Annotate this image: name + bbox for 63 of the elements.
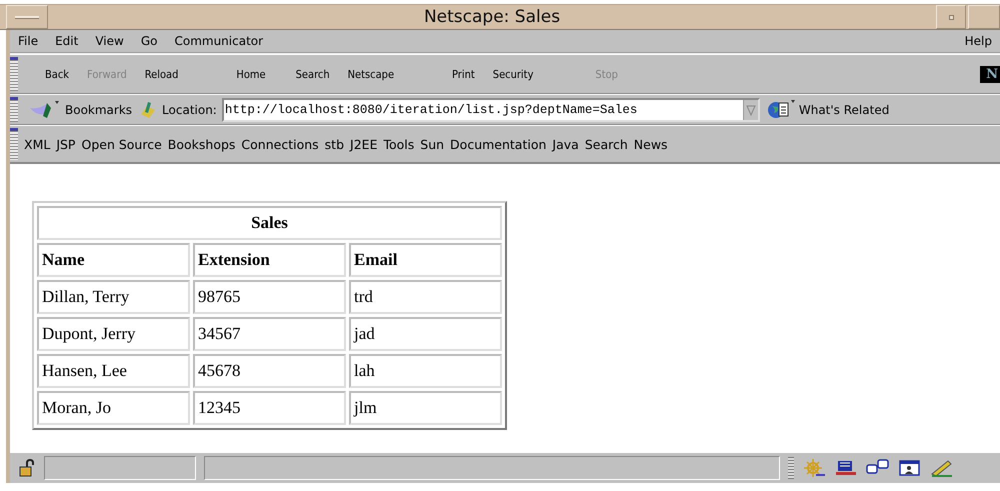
window-title: Netscape: Sales — [422, 6, 562, 29]
bookmark-link[interactable]: Tools — [383, 136, 414, 152]
table-cell: Dupont, Jerry — [37, 317, 190, 351]
column-header: Name — [37, 243, 190, 277]
toolbar-grip-icon[interactable] — [10, 57, 18, 91]
table-cell: jlm — [349, 391, 502, 425]
bookmark-link[interactable]: Java — [552, 136, 579, 152]
bookmark-link[interactable]: stb — [324, 136, 344, 152]
table-caption: Sales — [37, 206, 502, 240]
bookmark-link[interactable]: News — [634, 136, 668, 152]
unlocked-padlock-icon[interactable] — [18, 459, 36, 477]
netscape-logo: N — [980, 66, 1000, 82]
menu-item[interactable]: Communicator — [174, 34, 264, 48]
component-bar-grip-icon[interactable] — [788, 457, 794, 479]
navigator-wheel-icon[interactable] — [802, 458, 826, 478]
bookmark-link[interactable]: Bookshops — [168, 136, 236, 152]
bookmark-link[interactable]: Search — [584, 136, 628, 152]
toolbar-button[interactable]: Search — [286, 68, 339, 80]
column-header: Extension — [193, 243, 346, 277]
table-cell: Moran, Jo — [37, 391, 190, 425]
maximize-button[interactable] — [968, 5, 1000, 29]
table-cell: Dillan, Terry — [37, 280, 190, 314]
menu-item[interactable]: Go — [140, 34, 158, 48]
location-page-icon — [139, 100, 158, 120]
toolbar-grip-icon[interactable] — [10, 128, 18, 160]
mail-tray-icon[interactable] — [834, 458, 858, 478]
toolbar-button[interactable]: Netscape — [338, 68, 404, 80]
toolbar-button[interactable]: Reload — [136, 68, 188, 80]
toolbar-button[interactable]: Print — [443, 68, 484, 80]
bookmark-link[interactable]: JSP — [56, 136, 76, 152]
table-cell: lah — [349, 354, 502, 388]
toolbar-button[interactable]: Security — [484, 68, 542, 80]
menu-item[interactable]: File — [18, 34, 38, 48]
menu-item[interactable]: View — [95, 34, 124, 48]
menu-item[interactable]: Help — [964, 34, 992, 48]
table-cell: jad — [349, 317, 502, 351]
whats-related-button[interactable]: What's Related — [764, 98, 892, 120]
bookmarks-button[interactable]: Bookmarks — [27, 100, 134, 120]
composer-pen-icon[interactable] — [930, 458, 954, 478]
table-cell: 98765 — [193, 280, 346, 314]
globe-page-icon — [766, 98, 797, 120]
bookmark-link[interactable]: Sun — [420, 136, 444, 152]
bookmark-link[interactable]: Open Source — [81, 136, 162, 152]
bookmark-link[interactable]: J2EE — [350, 136, 378, 152]
address-card-icon[interactable] — [898, 458, 922, 478]
location-label: Location: — [162, 102, 217, 116]
column-header: Email — [349, 243, 502, 277]
url-field[interactable]: http://localhost:8080/iteration/list.jsp?deptName=Sales — [222, 98, 760, 122]
table-cell: 34567 — [193, 317, 346, 351]
menu-item[interactable]: Edit — [55, 34, 78, 48]
bookmark-link[interactable]: Documentation — [450, 136, 546, 152]
window-menu-button[interactable] — [6, 5, 48, 29]
bookmark-link[interactable]: XML — [24, 136, 50, 152]
minimize-button[interactable] — [936, 5, 966, 29]
bookmark-link[interactable]: Connections — [241, 136, 319, 152]
toolbar-button[interactable]: Back — [36, 68, 78, 80]
table-cell: Hansen, Lee — [37, 354, 190, 388]
toolbar-grip-icon[interactable] — [10, 97, 18, 122]
toolbar-button[interactable]: Home — [227, 68, 275, 80]
table-cell: 12345 — [193, 391, 346, 425]
table-cell: 45678 — [193, 354, 346, 388]
table-cell: trd — [349, 280, 502, 314]
dropdown-icon[interactable] — [742, 100, 758, 120]
